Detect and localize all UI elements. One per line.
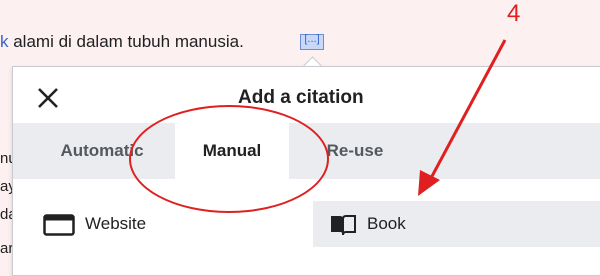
- tab-automatic[interactable]: Automatic: [29, 123, 175, 179]
- book-icon: [331, 215, 356, 236]
- citation-marker[interactable]: [...]: [300, 34, 324, 50]
- tab-manual[interactable]: Manual: [175, 123, 289, 179]
- option-book[interactable]: Book: [313, 201, 600, 247]
- close-button[interactable]: [35, 85, 61, 111]
- option-website-label: Website: [85, 214, 147, 233]
- browser-window-icon: [43, 214, 75, 236]
- article-side-text: nu: [0, 150, 12, 167]
- annotation-step-number: 4: [507, 0, 521, 27]
- article-text-line: k alami di dalam tubuh manusia.: [0, 32, 244, 52]
- tab-reuse[interactable]: Re-use: [305, 123, 405, 179]
- article-link[interactable]: k: [0, 32, 9, 51]
- dialog-title: Add a citation: [238, 87, 364, 108]
- add-citation-dialog: Add a citation Automatic Manual Re-use W…: [12, 66, 600, 276]
- article-side-text: ay: [0, 178, 12, 195]
- article-side-text: ar: [0, 240, 12, 257]
- citation-tabbar: Automatic Manual Re-use: [13, 123, 600, 179]
- article-side-text: da: [0, 206, 12, 223]
- article-text: alami di dalam tubuh manusia.: [8, 32, 244, 51]
- close-icon: [38, 88, 58, 108]
- option-website[interactable]: Website: [31, 201, 221, 247]
- option-book-label: Book: [367, 214, 406, 233]
